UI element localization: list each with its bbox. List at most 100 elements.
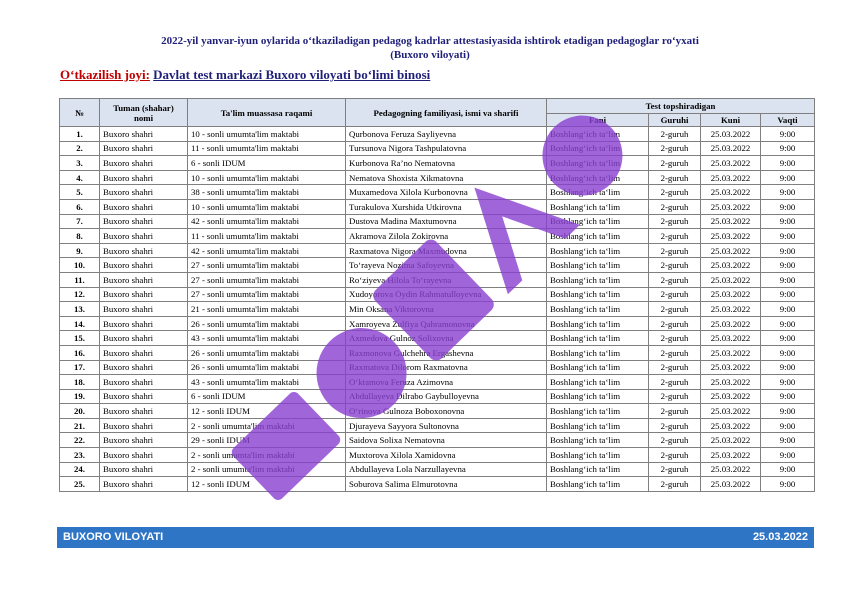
table-row: 11. Buxoro shahri 27 - sonli umumta'lim ma… (59, 271, 816, 288)
row-district: Buxoro shahri (99, 155, 188, 171)
row-subject: Boshlang‘ich ta‘lim (546, 432, 649, 449)
header-time: Vaqti (759, 113, 816, 127)
row-school: 43 - sonli umumta'lim maktabi (187, 374, 346, 390)
row-subject: Boshlang‘ich ta‘lim (546, 126, 649, 142)
document-subtitle: (Buxoro viloyati) (390, 49, 470, 61)
row-subject: Boshlang‘ich ta‘lim (546, 228, 649, 244)
row-group: 2-guruh (648, 374, 701, 390)
row-name: Xamroyeva Zulfiya Qahramonovna (345, 315, 547, 332)
row-subject: Boshlang‘ich ta‘lim (546, 344, 649, 361)
row-number: 3. (59, 155, 100, 171)
row-time: 9:00 (759, 228, 816, 244)
row-time: 9:00 (759, 301, 816, 317)
row-day: 25.03.2022 (700, 257, 761, 273)
row-day: 25.03.2022 (700, 286, 761, 303)
row-number: 5. (59, 184, 100, 200)
row-name: Raxmatova Nigora Maxmudovna (345, 242, 547, 259)
row-group: 2-guruh (648, 126, 701, 142)
row-school: 26 - sonli umumta'lim maktabi (187, 359, 346, 376)
table-row: 25. Buxoro shahri 12 - sonli IDUM Soburova … (59, 476, 816, 492)
row-school: 38 - sonli umumta'lim maktabi (187, 184, 346, 200)
header-no: № (59, 98, 100, 127)
row-school: 26 - sonli umumta'lim maktabi (187, 344, 346, 361)
row-number: 22. (59, 432, 100, 449)
row-time: 9:00 (759, 169, 816, 186)
table-row: 7. Buxoro shahri 42 - sonli umumta'lim mak… (59, 213, 816, 230)
row-day: 25.03.2022 (700, 359, 761, 376)
row-day: 25.03.2022 (700, 374, 761, 390)
row-school: 42 - sonli umumta'lim maktabi (187, 213, 346, 230)
row-number: 12. (59, 286, 100, 303)
row-school: 10 - sonli umumta'lim maktabi (187, 169, 346, 186)
row-subject: Boshlang‘ich ta‘lim (546, 476, 649, 492)
table-row: 14. Buxoro shahri 26 - sonli umumta'lim ma… (59, 315, 816, 332)
venue-value: Davlat test markazi Buxoro viloyati bo‘l… (153, 67, 431, 82)
row-number: 10. (59, 257, 100, 273)
footer-region: BUXORO VILOYATI (63, 531, 164, 543)
row-time: 9:00 (759, 432, 816, 449)
venue-line: O‘tkazilish joyi: Davlat test markazi Bu… (60, 67, 430, 83)
row-district: Buxoro shahri (99, 242, 188, 259)
row-time: 9:00 (759, 213, 816, 230)
row-number: 7. (59, 213, 100, 230)
row-day: 25.03.2022 (700, 461, 761, 478)
row-subject: Boshlang‘ich ta‘lim (546, 213, 649, 230)
row-number: 13. (59, 301, 100, 317)
row-name: Abdullayeva Lola Narzullayevna (345, 461, 547, 478)
row-group: 2-guruh (648, 242, 701, 259)
row-district: Buxoro shahri (99, 286, 188, 303)
row-time: 9:00 (759, 286, 816, 303)
row-day: 25.03.2022 (700, 301, 761, 317)
row-subject: Boshlang‘ich ta‘lim (546, 301, 649, 317)
table-row: 13. Buxoro shahri 21 - sonli umumta'lim ma… (59, 301, 816, 317)
table-row: 1. Buxoro shahri 10 - sonli umumta'lim mak… (59, 126, 816, 142)
row-group: 2-guruh (648, 301, 701, 317)
row-name: Djurayeva Sayyora Sultonovna (345, 417, 547, 434)
row-subject: Boshlang‘ich ta‘lim (546, 257, 649, 273)
row-subject: Boshlang‘ich ta‘lim (546, 242, 649, 259)
table-row: 3. Buxoro shahri 6 - sonli IDUM Kurbonova R… (59, 155, 816, 171)
row-district: Buxoro shahri (99, 359, 188, 376)
row-group: 2-guruh (648, 315, 701, 332)
row-subject: Boshlang‘ich ta‘lim (546, 140, 649, 157)
row-name: Raxmatova Dilorom Raxmatovna (345, 359, 547, 376)
row-name: Axmedova Gulnoz Solixovna (345, 330, 547, 346)
row-day: 25.03.2022 (700, 432, 761, 449)
table-row: 6. Buxoro shahri 10 - sonli umumta'lim mak… (59, 198, 816, 215)
footer-bar: BUXORO VILOYATI 25.03.2022 (57, 527, 814, 548)
row-time: 9:00 (759, 257, 816, 273)
table-row: 20. Buxoro shahri 12 - sonli IDUM O‘rinova … (59, 403, 816, 419)
row-school: 42 - sonli umumta'lim maktabi (187, 242, 346, 259)
row-number: 17. (59, 359, 100, 376)
row-district: Buxoro shahri (99, 388, 188, 405)
row-district: Buxoro shahri (99, 228, 188, 244)
row-time: 9:00 (759, 330, 816, 346)
row-group: 2-guruh (648, 417, 701, 434)
row-name: Qurbonova Feruza Sayliyevna (345, 126, 547, 142)
row-district: Buxoro shahri (99, 330, 188, 346)
row-day: 25.03.2022 (700, 271, 761, 288)
row-school: 11 - sonli umumta'lim maktabi (187, 140, 346, 157)
row-number: 9. (59, 242, 100, 259)
row-subject: Boshlang‘ich ta‘lim (546, 417, 649, 434)
row-group: 2-guruh (648, 271, 701, 288)
row-time: 9:00 (759, 374, 816, 390)
row-school: 6 - sonli IDUM (187, 155, 346, 171)
row-district: Buxoro shahri (99, 476, 188, 492)
table-row: 15. Buxoro shahri 43 - sonli umumta'lim ma… (59, 330, 816, 346)
row-day: 25.03.2022 (700, 403, 761, 419)
table-row: 24. Buxoro shahri 2 - sonli umumta'lim mak… (59, 461, 816, 478)
row-number: 24. (59, 461, 100, 478)
row-name: Tursunova Nigora Tashpulatovna (345, 140, 547, 157)
row-time: 9:00 (759, 242, 816, 259)
row-group: 2-guruh (648, 286, 701, 303)
row-subject: Boshlang‘ich ta‘lim (546, 403, 649, 419)
row-school: 12 - sonli IDUM (187, 476, 346, 492)
venue-label: O‘tkazilish joyi: (60, 67, 150, 82)
row-name: O‘rinova Gulnoza Boboxonovna (345, 403, 547, 419)
row-time: 9:00 (759, 184, 816, 200)
header-name: Pedagogning familiyasi, ismi va sharifi (345, 98, 547, 127)
table-row: 16. Buxoro shahri 26 - sonli umumta'lim ma… (59, 344, 816, 361)
row-time: 9:00 (759, 476, 816, 492)
table-body: 1. Buxoro shahri 10 - sonli umumta'lim mak… (59, 126, 816, 492)
